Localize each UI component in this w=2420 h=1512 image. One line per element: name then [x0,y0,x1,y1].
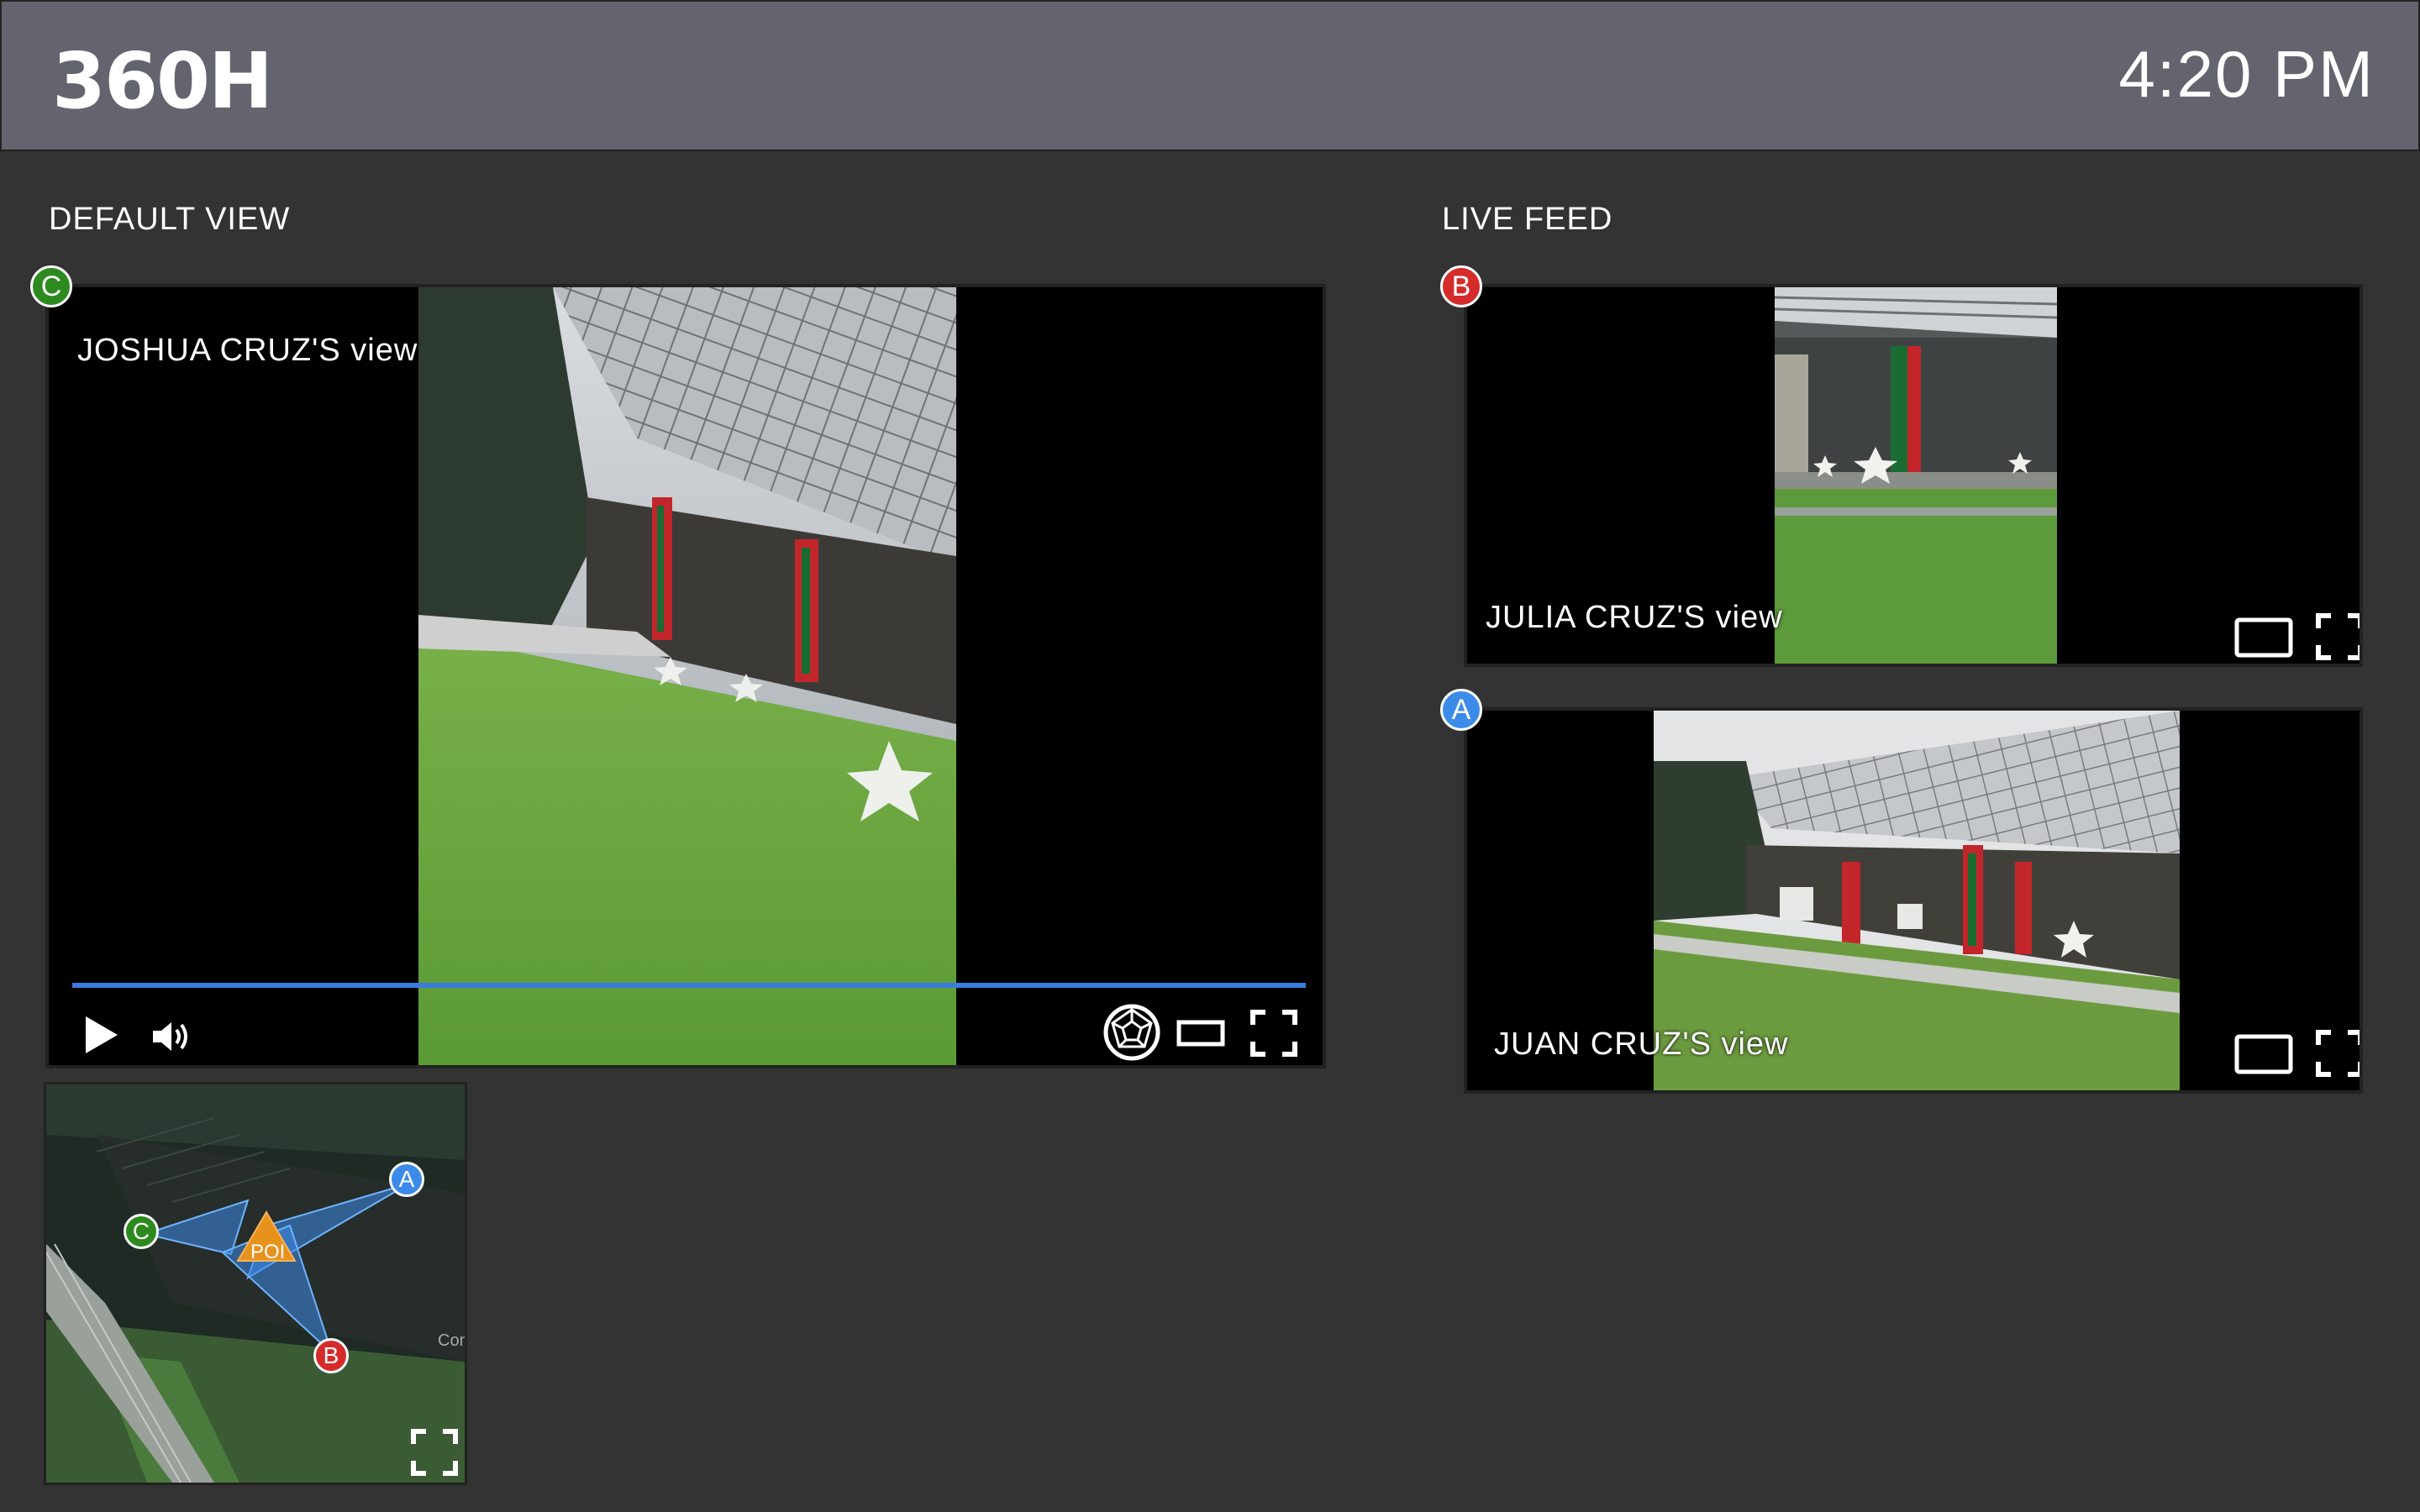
default-view-title: DEFAULT VIEW [49,202,291,237]
main-view-label: JOSHUA CRUZ'S view [77,333,418,368]
map-marker-a[interactable]: A [389,1162,424,1197]
live-feed-title: LIVE FEED [1442,202,1613,237]
clock: 4:20 PM [2118,37,2375,111]
feed-video-juan[interactable]: JUAN CRUZ'S view [1464,707,2363,1094]
volume-icon[interactable] [151,1020,192,1058]
play-icon[interactable] [82,1015,119,1059]
juan-view-label: JUAN CRUZ'S view [1494,1026,1789,1062]
app-header: 360H 4:20 PM [0,0,2420,151]
feed-video-julia[interactable]: JULIA CRUZ'S view [1464,284,2363,667]
julia-theater-mode-icon[interactable] [2233,617,2294,663]
badge-b: B [1440,265,1482,307]
badge-a: A [1440,689,1482,731]
badge-c: C [30,265,72,307]
main-video-player[interactable]: JOSHUA CRUZ'S view [45,284,1326,1068]
mini-map[interactable]: POI C A B Con [44,1082,467,1485]
julia-fullscreen-icon[interactable] [2316,613,2360,664]
map-fullscreen-icon[interactable] [411,1429,458,1480]
juan-fullscreen-icon[interactable] [2316,1030,2360,1081]
poi-label: POI [250,1241,286,1263]
progress-track[interactable] [72,983,1306,988]
vr-360-icon[interactable] [1102,1003,1161,1065]
map-background [46,1084,465,1483]
progress-fill [72,983,1306,988]
theater-mode-icon[interactable] [1176,1018,1225,1053]
map-place-text: Con [438,1331,467,1350]
fullscreen-icon[interactable] [1250,1010,1297,1061]
map-marker-c[interactable]: C [124,1214,159,1249]
main-video-frame [418,287,956,1065]
feed-frame-julia [1775,287,2057,664]
app-logo: 360H [52,36,273,126]
map-marker-b[interactable]: B [313,1338,349,1373]
juan-theater-mode-icon[interactable] [2233,1033,2294,1079]
julia-view-label: JULIA CRUZ'S view [1486,600,1783,635]
